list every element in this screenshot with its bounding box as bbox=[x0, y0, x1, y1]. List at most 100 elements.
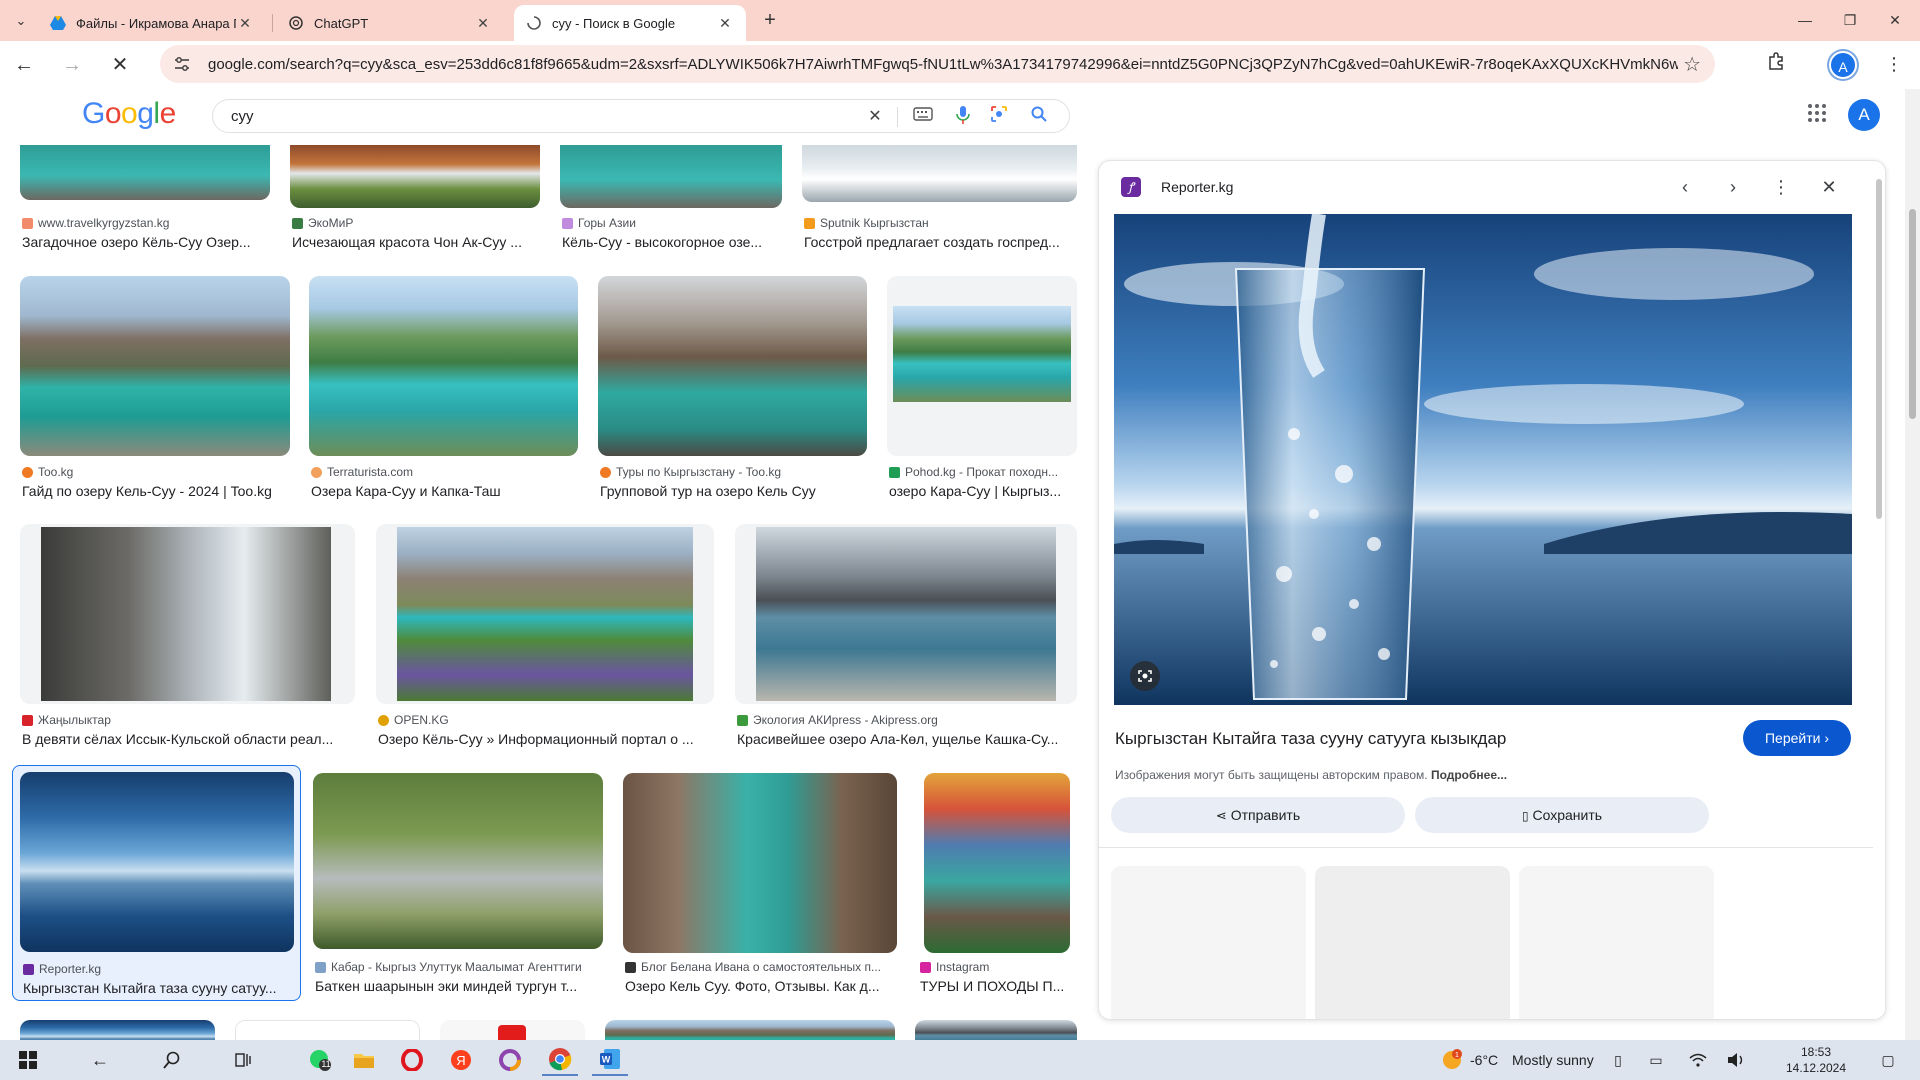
result-source[interactable]: Too.kgЭкоМиР bbox=[292, 216, 537, 230]
whatsapp-icon[interactable]: 11 bbox=[302, 1044, 338, 1076]
previous-image-icon[interactable]: ‹ bbox=[1671, 173, 1699, 201]
result-thumbnail-frame[interactable] bbox=[887, 276, 1077, 456]
image-result[interactable]: Туры по Кыргызстану - Too.kg Групповой т… bbox=[598, 276, 868, 499]
weather-text[interactable]: Mostly sunny bbox=[1512, 1052, 1594, 1068]
weather-icon[interactable]: 1 bbox=[1434, 1044, 1470, 1076]
result-thumbnail[interactable] bbox=[309, 276, 578, 456]
lens-search-icon[interactable] bbox=[1130, 661, 1160, 691]
result-title[interactable]: В девяти сёлах Иссык-Кульской области ре… bbox=[22, 731, 352, 747]
chrome-icon[interactable] bbox=[542, 1044, 578, 1076]
related-image-placeholder[interactable] bbox=[1519, 866, 1714, 1019]
result-thumbnail[interactable] bbox=[20, 772, 294, 952]
result-thumbnail[interactable] bbox=[802, 145, 1077, 202]
back-button[interactable]: ← bbox=[10, 51, 38, 79]
result-thumbnail-frame[interactable] bbox=[376, 524, 714, 704]
image-result[interactable]: Pohod.kg - Прокат походн... озеро Кара-С… bbox=[887, 276, 1077, 499]
result-title[interactable]: Госстрой предлагает создать госпред... bbox=[804, 234, 1074, 250]
site-info-icon[interactable] bbox=[172, 54, 192, 74]
browser-menu-icon[interactable]: ⋮ bbox=[1885, 54, 1903, 75]
image-result[interactable]: Sputnik Кыргызстан Госстрой предлагает с… bbox=[802, 145, 1078, 255]
panel-scrollbar[interactable] bbox=[1873, 161, 1885, 1019]
temperature-text[interactable]: -6°C bbox=[1470, 1052, 1498, 1068]
battery-icon[interactable]: ▭ bbox=[1638, 1044, 1674, 1076]
image-result[interactable]: Жаңылыктар В девяти сёлах Иссык-Кульской… bbox=[20, 524, 355, 747]
result-title[interactable]: Баткен шаарынын эки миндей тургун т... bbox=[315, 978, 601, 994]
result-thumbnail[interactable] bbox=[20, 145, 270, 200]
close-panel-icon[interactable]: ✕ bbox=[1815, 173, 1843, 201]
page-scroll-thumb[interactable] bbox=[1909, 209, 1916, 419]
task-view-icon[interactable] bbox=[226, 1044, 262, 1076]
tab-close-icon[interactable]: ✕ bbox=[474, 15, 492, 32]
result-source[interactable]: Горы Азии bbox=[562, 216, 807, 230]
tab-files[interactable]: Файлы - Икрамова Анара П ✕ bbox=[38, 5, 266, 41]
page-scrollbar[interactable] bbox=[1905, 89, 1920, 1040]
result-thumbnail[interactable] bbox=[560, 145, 782, 208]
lens-icon[interactable] bbox=[987, 105, 1011, 129]
tab-close-icon[interactable]: ✕ bbox=[236, 15, 254, 32]
result-source[interactable]: Sputnik Кыргызстан bbox=[804, 216, 1074, 230]
result-title[interactable]: Исчезающая красота Чон Ак-Суу ... bbox=[292, 234, 537, 250]
image-result-selected[interactable]: Reporter.kg Кыргызстан Кытайга таза суун… bbox=[12, 765, 301, 1001]
tab-close-icon[interactable]: ✕ bbox=[716, 15, 734, 32]
result-thumbnail[interactable] bbox=[623, 773, 897, 953]
image-result[interactable]: Too.kg Гайд по озеру Кель-Суу - 2024 | T… bbox=[20, 276, 290, 499]
related-image-placeholder[interactable] bbox=[1315, 866, 1510, 1019]
notifications-icon[interactable]: ▢ bbox=[1870, 1044, 1906, 1076]
tab-search-icon[interactable]: ⌄ bbox=[10, 10, 32, 32]
taskbar-clock[interactable]: 18:53 14.12.2024 bbox=[1776, 1044, 1856, 1076]
result-source[interactable]: Instagram bbox=[920, 960, 1078, 974]
result-source[interactable]: Terraturista.com bbox=[311, 465, 576, 479]
result-thumbnail[interactable] bbox=[20, 1020, 215, 1040]
result-source[interactable]: Экология АКИpress - Akipress.org bbox=[737, 713, 1075, 727]
image-result[interactable]: www.travelkyrgyzstan.kg Загадочное озеро… bbox=[20, 145, 270, 255]
result-title[interactable]: Озеро Кель Суу. Фото, Отзывы. Как д... bbox=[625, 978, 895, 994]
related-image-placeholder[interactable] bbox=[1111, 866, 1306, 1019]
keyboard-icon[interactable] bbox=[911, 105, 935, 129]
bookmark-star-icon[interactable]: ☆ bbox=[1683, 52, 1701, 77]
windows-start-icon[interactable] bbox=[10, 1044, 46, 1076]
result-source[interactable]: Reporter.kg bbox=[23, 962, 293, 976]
volume-icon[interactable] bbox=[1718, 1044, 1754, 1076]
address-bar[interactable]: google.com/search?q=суу&sca_esv=253dd6c8… bbox=[160, 45, 1715, 83]
result-title[interactable]: Озера Кара-Суу и Капка-Таш bbox=[311, 483, 576, 499]
result-thumbnail[interactable] bbox=[924, 773, 1070, 953]
tab-chatgpt[interactable]: ChatGPT ✕ bbox=[276, 5, 504, 41]
stop-loading-button[interactable]: ✕ bbox=[106, 51, 134, 79]
extensions-icon[interactable] bbox=[1762, 51, 1790, 79]
opera-icon[interactable] bbox=[394, 1044, 430, 1076]
result-title[interactable]: Озеро Кёль-Суу » Информационный портал о… bbox=[378, 731, 712, 747]
forward-button[interactable]: → bbox=[58, 51, 86, 79]
google-apps-icon[interactable] bbox=[1807, 103, 1831, 127]
wifi-icon[interactable] bbox=[1680, 1044, 1716, 1076]
google-logo[interactable]: Google bbox=[82, 97, 176, 131]
result-thumbnail[interactable] bbox=[605, 1020, 895, 1040]
back-arrow-icon[interactable]: ← bbox=[82, 1044, 118, 1076]
file-explorer-icon[interactable] bbox=[346, 1044, 382, 1076]
browser-profile-avatar[interactable]: A bbox=[1829, 51, 1857, 79]
search-box[interactable]: суу ✕ bbox=[212, 99, 1070, 133]
result-title[interactable]: Красивейшее озеро Ала-Көл, ущелье Кашка-… bbox=[737, 731, 1075, 747]
image-result[interactable]: Instagram ТУРЫ И ПОХОДЫ П... bbox=[918, 773, 1078, 994]
next-image-icon[interactable]: › bbox=[1719, 173, 1747, 201]
result-title[interactable]: Гайд по озеру Кель-Суу - 2024 | Too.kg bbox=[22, 483, 287, 499]
visit-button[interactable]: Перейти › bbox=[1743, 720, 1851, 756]
result-title[interactable]: ТУРЫ И ПОХОДЫ П... bbox=[920, 978, 1078, 994]
image-result[interactable]: Too.kgЭкоМиР Исчезающая красота Чон Ак-С… bbox=[290, 145, 540, 255]
result-source[interactable]: www.travelkyrgyzstan.kg bbox=[22, 216, 267, 230]
word-icon[interactable]: W bbox=[592, 1044, 628, 1076]
clear-search-icon[interactable]: ✕ bbox=[863, 105, 887, 129]
minimize-button[interactable]: — bbox=[1785, 8, 1825, 32]
image-result[interactable]: Кабар - Кыргыз Улуттук Маалымат Агенттиг… bbox=[313, 773, 603, 994]
result-thumbnail[interactable] bbox=[440, 1020, 585, 1040]
search-icon[interactable] bbox=[1027, 105, 1051, 129]
result-thumbnail[interactable] bbox=[235, 1020, 420, 1040]
new-tab-button[interactable]: + bbox=[757, 8, 783, 34]
result-thumbnail[interactable] bbox=[313, 773, 603, 949]
search-input[interactable]: суу bbox=[231, 108, 254, 125]
image-result[interactable]: Экология АКИpress - Akipress.org Красиве… bbox=[735, 524, 1077, 747]
taskbar-search-icon[interactable] bbox=[154, 1044, 190, 1076]
share-button[interactable]: ⋖ Отправить bbox=[1111, 797, 1405, 833]
result-source[interactable]: Жаңылыктар bbox=[22, 713, 352, 727]
result-title[interactable]: Групповой тур на озеро Кель Суу bbox=[600, 483, 865, 499]
tab-google-search[interactable]: суу - Поиск в Google ✕ bbox=[514, 5, 746, 41]
